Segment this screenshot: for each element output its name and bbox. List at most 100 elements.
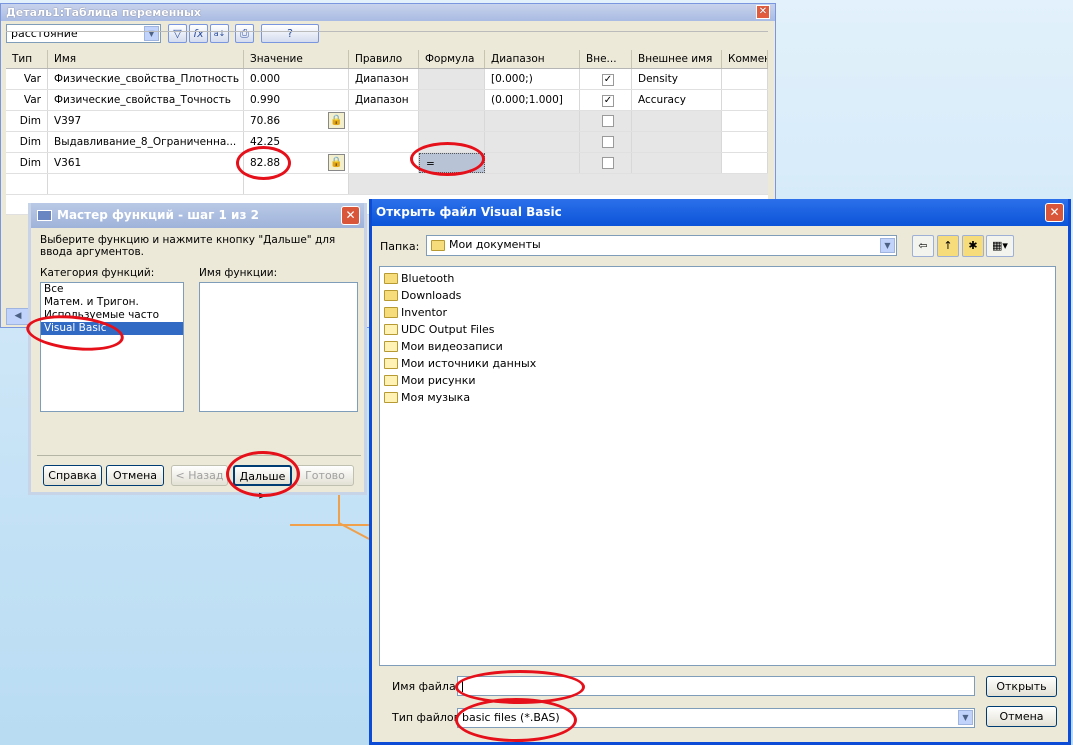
cell-formula[interactable] [419,90,485,110]
list-item[interactable]: Мои видеозаписи [380,338,1055,355]
folder-icon [384,392,398,403]
cell-range[interactable] [485,153,580,173]
lock-icon[interactable]: 🔒 [328,154,345,171]
open-button[interactable]: Открыть [986,676,1057,697]
cell-comment[interactable] [722,90,768,110]
cell-ext-name[interactable]: Density [632,69,722,89]
wizard-title-bar: Мастер функций - шаг 1 из 2 ✕ [31,203,364,228]
table-row[interactable]: Var Физические_свойства_Точность 0.990 Диап… [6,90,768,111]
cell-rule[interactable]: Диапазон [349,69,419,89]
cell-type[interactable]: Dim [6,132,48,152]
col-header-name[interactable]: Имя [48,50,244,68]
list-item[interactable]: Мои источники данных [380,355,1055,372]
checkbox[interactable]: ✓ [602,74,614,86]
category-item[interactable]: Все [41,283,183,296]
cell-external[interactable] [580,111,632,131]
col-header-formula[interactable]: Формула [419,50,485,68]
cancel-button[interactable]: Отмена [106,465,164,486]
cancel-button[interactable]: Отмена [986,706,1057,727]
cell-formula[interactable] [419,111,485,131]
cell-type[interactable]: Dim [6,111,48,131]
chevron-down-icon[interactable]: ▼ [958,710,973,725]
cell-rule-text: Диапазон [355,94,409,106]
cell-ext-name[interactable] [632,111,722,131]
cell-external[interactable]: ✓ [580,69,632,89]
cell-type[interactable]: Var [6,90,48,110]
cell-external[interactable]: ✓ [580,90,632,110]
col-header-external[interactable]: Вне... [580,50,632,68]
cell-ext-name[interactable]: Accuracy [632,90,722,110]
cell-comment[interactable] [722,132,768,152]
cell-comment[interactable] [722,153,768,173]
folder-up-icon[interactable]: ↑ [937,235,959,257]
cell-comment[interactable] [722,69,768,89]
cell-rule[interactable] [349,111,419,131]
cell-formula[interactable] [419,69,485,89]
cell-name[interactable]: Физические_свойства_Точность [48,90,244,110]
chevron-down-icon[interactable]: ▼ [880,238,895,253]
cell-value[interactable]: 70.86 🔒 [244,111,349,131]
back-arrow-icon[interactable]: ⇦ [912,235,934,257]
checkbox[interactable] [602,136,614,148]
cell-rule[interactable] [349,153,419,173]
close-button[interactable]: ✕ [1045,203,1064,222]
table-row-empty[interactable] [6,174,768,195]
col-header-rule[interactable]: Правило [349,50,419,68]
lock-icon[interactable]: 🔒 [328,112,345,129]
col-header-comment[interactable]: Коммент [722,50,768,68]
close-button[interactable]: ✕ [756,5,770,19]
category-item[interactable]: Матем. и Тригон. [41,296,183,309]
cell-name[interactable]: Физические_свойства_Плотность [48,69,244,89]
cell-name[interactable]: V397 [48,111,244,131]
col-header-type[interactable]: Тип [6,50,48,68]
checkbox[interactable]: ✓ [602,95,614,107]
table-row[interactable]: Dim V361 82.88 🔒 = [6,153,768,174]
back-button[interactable]: < Назад [171,465,228,486]
cell-value[interactable]: 0.000 [244,69,349,89]
col-header-ext-name[interactable]: Внешнее имя [632,50,722,68]
folder-combo[interactable]: Мои документы ▼ [426,235,897,256]
cell-range[interactable]: [0.000;) [485,69,580,89]
cell-type[interactable]: Var [6,69,48,89]
col-header-value[interactable]: Значение [244,50,349,68]
file-name: Мои рисунки [401,374,476,387]
checkbox[interactable] [602,115,614,127]
function-name-list[interactable] [199,282,358,412]
cell-range[interactable]: (0.000;1.000] [485,90,580,110]
col-header-range[interactable]: Диапазон [485,50,580,68]
cell-external[interactable] [580,153,632,173]
cell-range[interactable] [485,132,580,152]
cell-range-text: [0.000;) [491,73,533,85]
table-row[interactable]: Dim V397 70.86 🔒 [6,111,768,132]
cell-range[interactable] [485,111,580,131]
cell-external[interactable] [580,132,632,152]
list-item[interactable]: UDC Output Files [380,321,1055,338]
close-button[interactable]: ✕ [341,206,360,225]
list-item[interactable]: Моя музыка [380,389,1055,406]
cell-comment[interactable] [722,111,768,131]
bg-line [290,524,370,526]
checkbox[interactable] [602,157,614,169]
list-item[interactable]: Bluetooth [380,270,1055,287]
cell-ext-name[interactable] [632,153,722,173]
cell-name[interactable]: V361 [48,153,244,173]
cell-rule[interactable] [349,132,419,152]
finish-button[interactable]: Готово [296,465,354,486]
new-folder-icon[interactable]: ✱ [962,235,984,257]
horizontal-scrollbar[interactable]: ◀ [6,308,30,325]
table-row[interactable]: Dim Выдавливание_8_Ограниченна... 42.25 [6,132,768,153]
view-menu-icon[interactable]: ▦▾ [986,235,1014,257]
folder-icon [431,240,445,251]
cell-name[interactable]: Выдавливание_8_Ограниченна... [48,132,244,152]
table-row[interactable]: Var Физические_свойства_Плотность 0.000 Диа… [6,69,768,90]
cell-ext-name[interactable] [632,132,722,152]
cell-rule[interactable]: Диапазон [349,90,419,110]
help-button[interactable]: Справка [43,465,102,486]
list-item[interactable]: Inventor [380,304,1055,321]
folder-icon [384,273,398,284]
cell-value[interactable]: 0.990 [244,90,349,110]
list-item[interactable]: Downloads [380,287,1055,304]
list-item[interactable]: Мои рисунки [380,372,1055,389]
cell-type[interactable]: Dim [6,153,48,173]
file-list[interactable]: Bluetooth Downloads Inventor UDC Output Fil… [379,266,1056,666]
